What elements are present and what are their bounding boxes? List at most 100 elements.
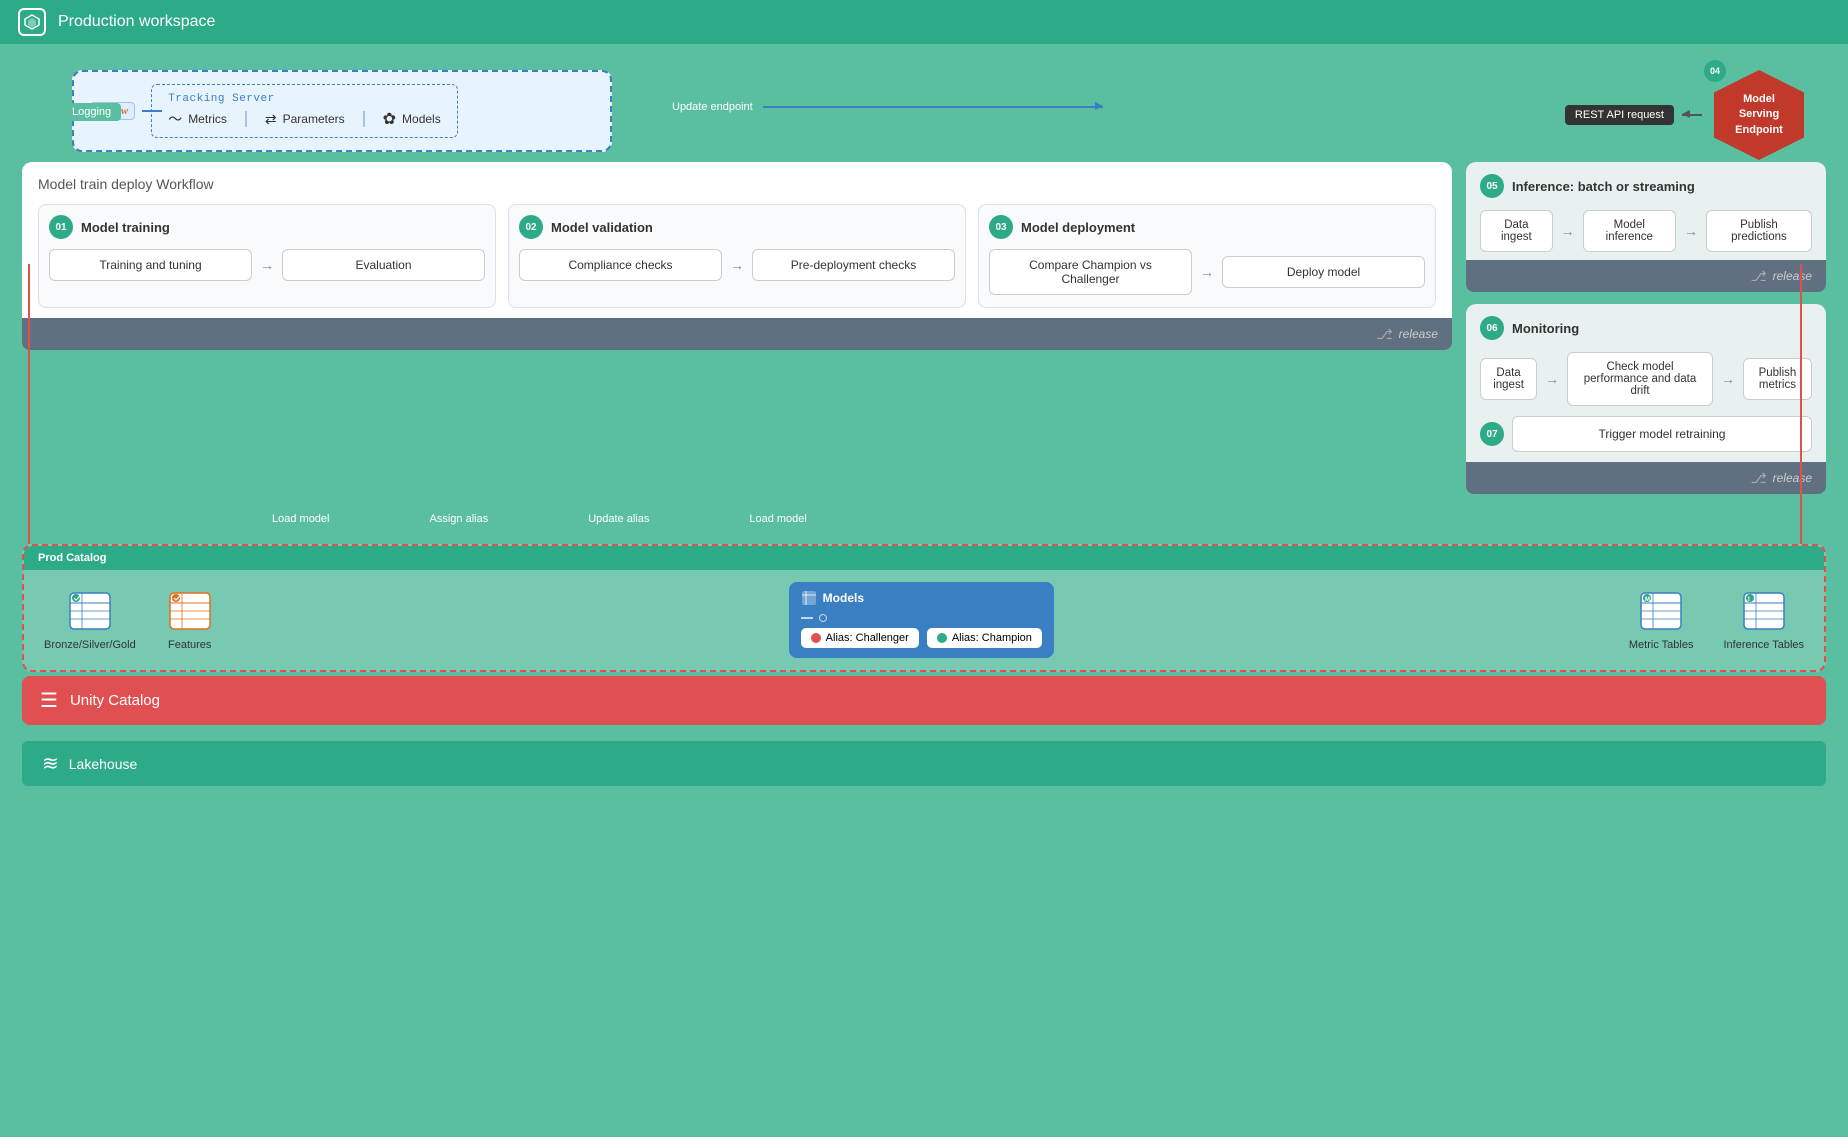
bronze-icon-wrapper xyxy=(66,589,114,633)
monitoring-release-label: release xyxy=(1773,471,1812,485)
tracking-server-label: Tracking Server xyxy=(168,93,441,105)
workflow-release-bar: ⎇ release xyxy=(22,318,1452,350)
workflow-row: Model train deploy Workflow 01 Model tra… xyxy=(22,162,1826,494)
inference-tables-label: Inference Tables xyxy=(1723,639,1804,651)
workflow-step-02: 02 Model validation Compliance checks → … xyxy=(508,204,966,308)
bronze-label: Bronze/Silver/Gold xyxy=(44,639,136,651)
step-title-02: Model validation xyxy=(551,220,653,235)
prod-catalog-header: Prod Catalog xyxy=(24,546,1824,570)
workflow-step-01: 01 Model training Training and tuning → … xyxy=(38,204,496,308)
step-title-03: Model deployment xyxy=(1021,220,1135,235)
model-serving-area: REST API request 04 ModelServingEndpoint xyxy=(1565,70,1804,160)
update-endpoint-badge: Update endpoint xyxy=(662,98,763,116)
monitoring-panel-title: Monitoring xyxy=(1512,321,1579,336)
logging-badge: Logging xyxy=(62,102,121,120)
release-icon: ⎇ xyxy=(1377,326,1393,343)
model-serving-endpoint: 04 ModelServingEndpoint xyxy=(1714,70,1804,160)
step-number-02: 02 xyxy=(519,215,543,239)
step-item-predeployment: Pre-deployment checks xyxy=(752,249,955,281)
unity-catalog: ☰ Unity Catalog xyxy=(22,676,1826,725)
workspace-title: Production workspace xyxy=(58,13,215,31)
svg-text:M: M xyxy=(1645,597,1650,603)
update-endpoint-area: Update endpoint xyxy=(662,98,1103,116)
step-item-compare: Compare Champion vs Challenger xyxy=(989,249,1192,295)
tracking-metrics: 〜 Metrics xyxy=(168,109,227,129)
main-content: Logging mlflow Tracking Server 〜 Metrics xyxy=(0,44,1848,796)
tracking-items: 〜 Metrics ⇄ Parameters ✿ Models xyxy=(168,109,441,129)
inference-release-bar: ⎇ release xyxy=(1466,260,1826,292)
release-label: release xyxy=(1399,327,1438,341)
trigger-box: Trigger model retraining xyxy=(1512,416,1812,452)
lakehouse-icon: ≋ xyxy=(42,751,59,776)
load-model-1-badge: Load model xyxy=(262,510,340,528)
step-number-07: 07 xyxy=(1480,422,1504,446)
catalog-item-features: Features xyxy=(166,589,214,651)
inference-panel-title: Inference: batch or streaming xyxy=(1512,179,1695,194)
right-panels: 05 Inference: batch or streaming Data in… xyxy=(1466,162,1826,494)
inference-panel: 05 Inference: batch or streaming Data in… xyxy=(1466,162,1826,292)
assign-alias-badge: Assign alias xyxy=(420,510,499,528)
step-number-01: 01 xyxy=(49,215,73,239)
app-icon xyxy=(18,8,46,36)
features-icon-wrapper xyxy=(166,589,214,633)
load-model-2-badge: Load model xyxy=(739,510,817,528)
alias-champion: Alias: Champion xyxy=(927,628,1042,648)
monitoring-check-performance: Check model performance and data drift xyxy=(1567,352,1713,406)
features-label: Features xyxy=(168,639,211,651)
prod-catalog-container: Prod Catalog xyxy=(22,544,1826,672)
workflow-box: Model train deploy Workflow 01 Model tra… xyxy=(22,162,1452,350)
prod-catalog-content: Bronze/Silver/Gold xyxy=(24,570,1824,670)
step-number-03: 03 xyxy=(989,215,1013,239)
update-alias-badge: Update alias xyxy=(578,510,659,528)
catalog-item-metric-tables: M Metric Tables xyxy=(1629,589,1694,651)
monitoring-data-ingest: Data ingest xyxy=(1480,358,1537,400)
bronze-table-icon xyxy=(66,589,114,633)
alias-challenger: Alias: Challenger xyxy=(801,628,919,648)
workflow-title: Model train deploy Workflow xyxy=(38,176,1436,192)
red-line-right xyxy=(1800,264,1802,544)
lakehouse-bar: ≋ Lakehouse xyxy=(22,741,1826,786)
catalog-item-bronze: Bronze/Silver/Gold xyxy=(44,589,136,651)
red-line-left xyxy=(28,264,30,544)
models-icon xyxy=(801,590,817,606)
tracking-server-box: Tracking Server 〜 Metrics ⇄ Parameters xyxy=(151,84,458,138)
features-table-icon xyxy=(166,589,214,633)
tracking-parameters: ⇄ Parameters xyxy=(265,111,345,128)
inference-publish-predictions: Publish predictions xyxy=(1706,210,1812,252)
model-serving-hex: ModelServingEndpoint xyxy=(1714,70,1804,160)
metric-tables-icon: M xyxy=(1637,589,1685,633)
monitoring-panel: 06 Monitoring Data ingest → Check model … xyxy=(1466,304,1826,494)
inference-tables-icon: I xyxy=(1740,589,1788,633)
tracking-models: ✿ Models xyxy=(383,109,441,129)
models-aliases: Alias: Challenger Alias: Champion xyxy=(801,628,1042,648)
step-arrow-02: → xyxy=(730,257,744,273)
step-arrow-01: → xyxy=(260,257,274,273)
bottom-section-wrapper: Prod Catalog xyxy=(22,544,1826,725)
step04-badge: 04 xyxy=(1704,60,1726,82)
badges-row: Load model Assign alias Update alias Loa… xyxy=(22,504,1826,530)
inference-model-inference: Model inference xyxy=(1583,210,1676,252)
lakehouse-title: Lakehouse xyxy=(69,756,138,772)
metric-tables-label: Metric Tables xyxy=(1629,639,1694,651)
unity-catalog-icon: ☰ xyxy=(40,688,58,713)
challenger-dot xyxy=(811,633,821,643)
prod-catalog-title: Prod Catalog xyxy=(38,552,106,564)
top-bar: Production workspace xyxy=(0,0,1848,44)
inference-release-label: release xyxy=(1773,269,1812,283)
inference-data-ingest: Data ingest xyxy=(1480,210,1553,252)
champion-dot xyxy=(937,633,947,643)
step-item-evaluation: Evaluation xyxy=(282,249,485,281)
workflow-step-03: 03 Model deployment Compare Champion vs … xyxy=(978,204,1436,308)
catalog-item-inference-tables: I Inference Tables xyxy=(1723,589,1804,651)
step-item-compliance: Compliance checks xyxy=(519,249,722,281)
models-title: Models xyxy=(801,590,1042,606)
step-item-deploy: Deploy model xyxy=(1222,256,1425,288)
mlflow-section: Logging mlflow Tracking Server 〜 Metrics xyxy=(72,70,612,152)
step-arrow-03: → xyxy=(1200,264,1214,280)
step-number-06: 06 xyxy=(1480,316,1504,340)
unity-catalog-title: Unity Catalog xyxy=(70,692,160,709)
workflow-steps: 01 Model training Training and tuning → … xyxy=(38,204,1436,308)
rest-api-section: REST API request xyxy=(1565,105,1702,125)
step-title-01: Model training xyxy=(81,220,170,235)
models-box: Models Alias: Challenger Alias: C xyxy=(789,582,1054,658)
